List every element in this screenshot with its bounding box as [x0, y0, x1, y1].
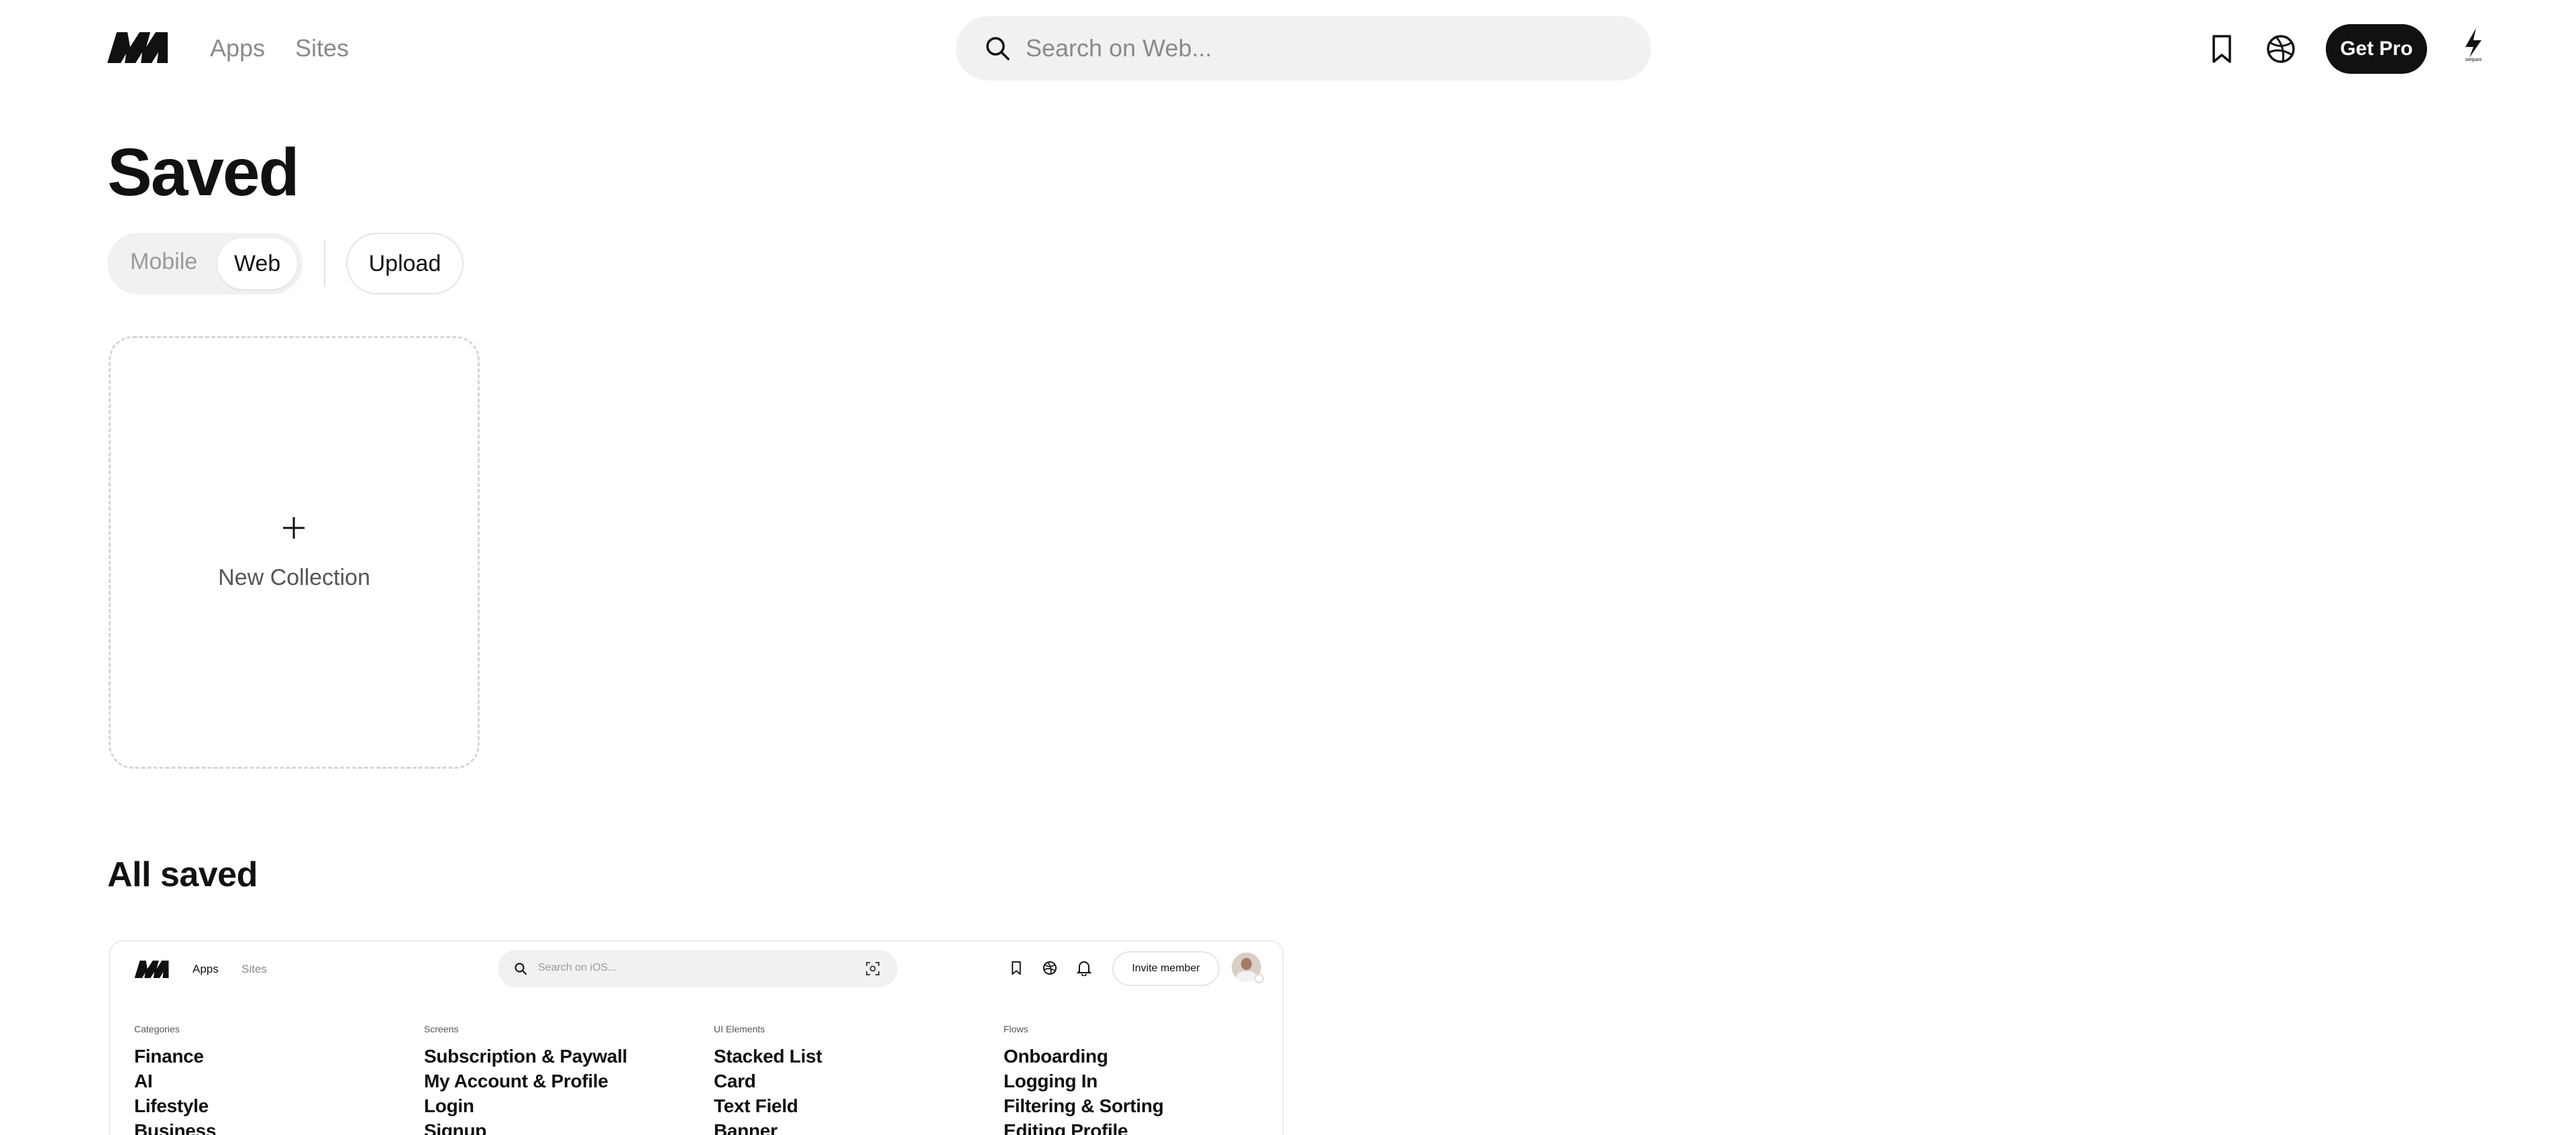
search-input[interactable] — [1026, 16, 1616, 80]
list-item: Business — [134, 1120, 217, 1135]
bookmark-icon[interactable] — [2207, 34, 2237, 64]
nav-sites[interactable]: Sites — [295, 34, 349, 62]
preview-search-placeholder: Search on iOS... — [538, 962, 617, 973]
list-item: Onboarding — [1004, 1046, 1108, 1067]
avatar-badge — [1254, 974, 1264, 983]
list-item: Subscription & Paywall — [424, 1046, 628, 1067]
page-title: Saved — [107, 135, 300, 210]
list-item: Login — [424, 1095, 474, 1116]
list-item: Stacked List — [714, 1046, 822, 1067]
new-collection-label: New Collection — [218, 565, 370, 590]
top-bar: Apps Sites Get Pro stelpant — [0, 0, 2576, 97]
preview-globe-icon — [1042, 961, 1057, 975]
preview-column-ui-elements: UI Elements Stacked List Card Text Field… — [714, 1024, 982, 1135]
profile-caption: stelpant — [2465, 58, 2482, 62]
upload-button[interactable]: Upload — [346, 233, 464, 294]
list-item: Lifestyle — [134, 1095, 209, 1116]
column-heading: Flows — [1004, 1024, 1028, 1034]
list-item: Finance — [134, 1046, 204, 1067]
search-bar[interactable] — [956, 16, 1651, 80]
toolbar-divider — [324, 241, 325, 286]
preview-search-bar: Search on iOS... — [498, 950, 898, 987]
preview-column-flows: Flows Onboarding Logging In Filtering & … — [1004, 1024, 1272, 1135]
preview-bookmark-icon — [1012, 961, 1021, 975]
preview-nav-apps: Apps — [193, 963, 219, 975]
brand-logo-icon[interactable] — [107, 32, 168, 63]
list-item: Card — [714, 1071, 756, 1091]
list-item: Text Field — [714, 1095, 798, 1116]
preview-logo-icon — [134, 961, 169, 978]
list-item: Banner — [714, 1120, 777, 1135]
column-heading: Screens — [424, 1024, 459, 1034]
list-item: Logging In — [1004, 1071, 1098, 1091]
nav-apps[interactable]: Apps — [210, 34, 265, 62]
get-pro-button[interactable]: Get Pro — [2326, 24, 2427, 74]
search-icon — [986, 37, 1010, 60]
platform-toggle: Mobile Web — [107, 233, 303, 294]
toggle-mobile[interactable]: Mobile — [130, 249, 197, 275]
list-item: AI — [134, 1071, 153, 1091]
preview-nav-sites: Sites — [241, 963, 267, 975]
saved-screen-preview[interactable]: Apps Sites Search on iOS... Invite membe… — [109, 940, 1284, 1135]
toggle-web[interactable]: Web — [217, 238, 297, 289]
column-heading: UI Elements — [714, 1024, 765, 1034]
preview-invite-button: Invite member — [1112, 951, 1220, 986]
globe-icon[interactable] — [2265, 34, 2296, 64]
list-item: My Account & Profile — [424, 1071, 608, 1091]
preview-column-categories: Categories Finance AI Lifestyle Business — [134, 1024, 402, 1135]
list-item: Editing Profile — [1004, 1120, 1128, 1135]
list-item: Signup — [424, 1120, 487, 1135]
list-item: Filtering & Sorting — [1004, 1095, 1164, 1116]
column-heading: Categories — [134, 1024, 180, 1034]
all-saved-heading: All saved — [107, 855, 258, 894]
scan-icon — [866, 962, 879, 975]
bell-icon — [1077, 961, 1091, 976]
preview-search-icon — [515, 963, 527, 975]
new-collection-card[interactable]: New Collection — [109, 336, 480, 769]
plus-icon — [283, 517, 305, 539]
preview-column-screens: Screens Subscription & Paywall My Accoun… — [424, 1024, 692, 1135]
